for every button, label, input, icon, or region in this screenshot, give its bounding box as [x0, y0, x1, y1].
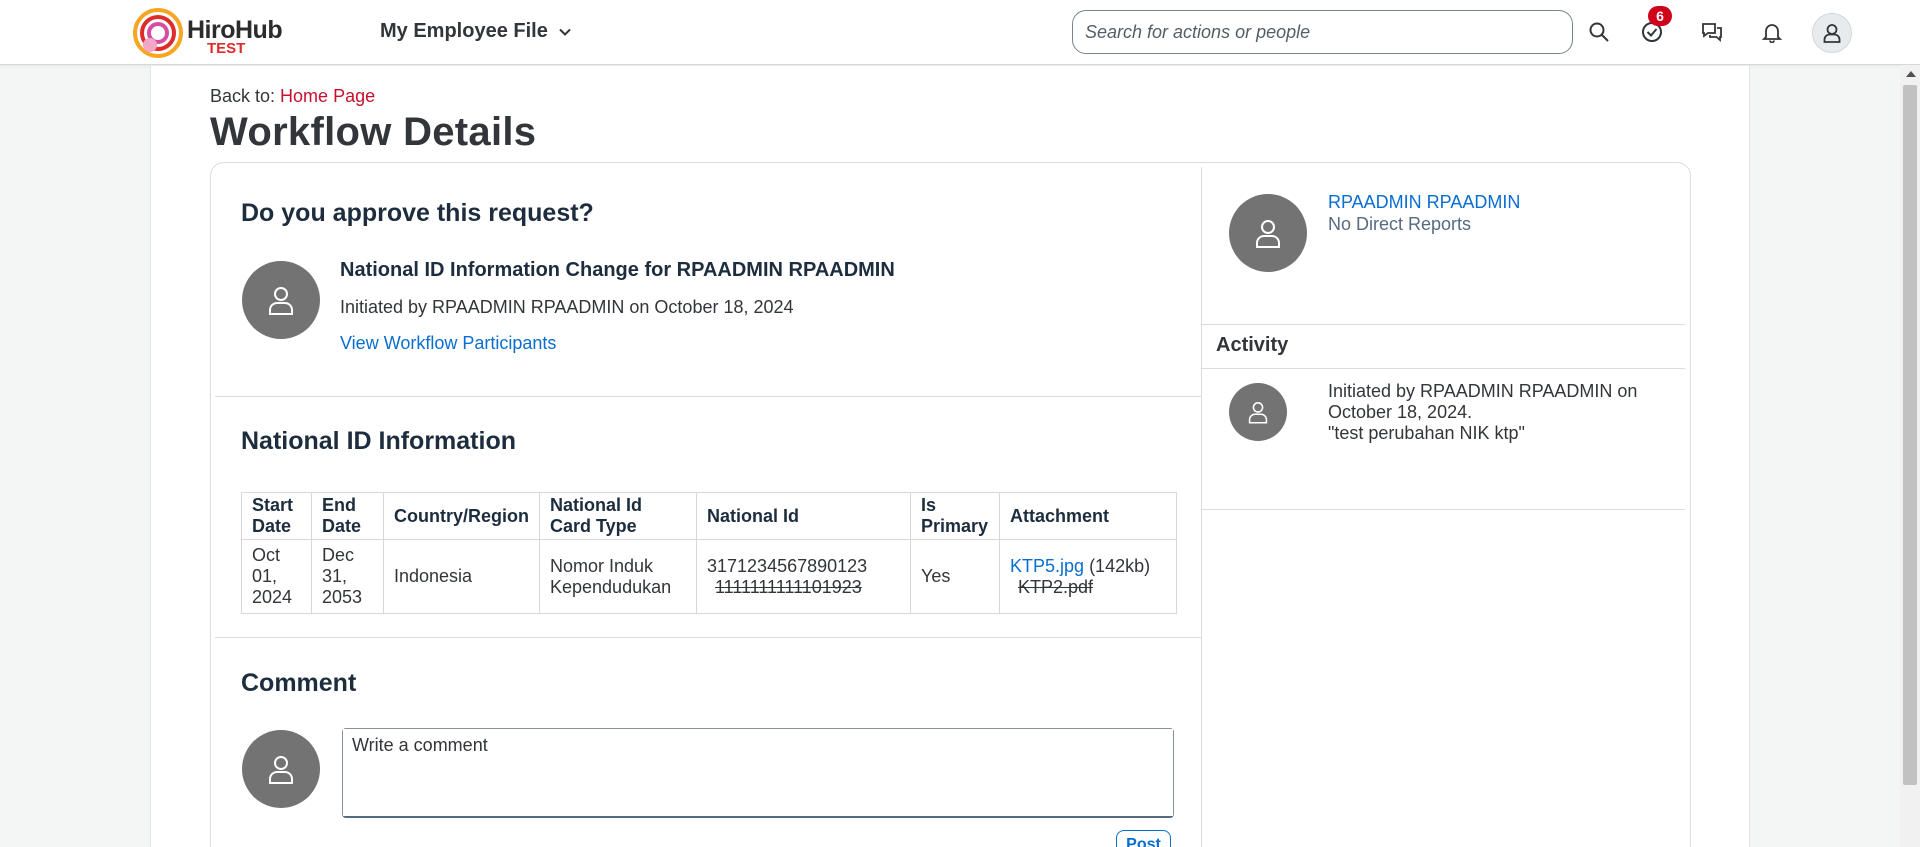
direct-reports-text: No Direct Reports — [1328, 214, 1472, 234]
hirohub-logo[interactable]: HiroHub TEST — [132, 6, 283, 60]
national-id-old: 1111111111101923 — [715, 576, 862, 597]
logo-env: TEST — [207, 40, 246, 57]
search-icon — [1589, 22, 1609, 42]
cell-card-type: Nomor Induk Kependudukan — [539, 539, 697, 614]
section-divider — [215, 637, 1201, 638]
request-initiated: Initiated by RPAADMIN RPAADMIN on Octobe… — [340, 297, 794, 317]
search-button[interactable] — [1583, 16, 1615, 48]
col-attachment: Attachment — [999, 492, 1177, 540]
col-national-id: National Id — [696, 492, 911, 540]
side-divider — [1202, 324, 1685, 325]
todo-count-badge: 6 — [1648, 6, 1672, 26]
activity-entry: Initiated by RPAADMIN RPAADMIN on Octobe… — [1328, 381, 1648, 444]
col-end-date: End Date — [311, 492, 384, 540]
cell-attachment: KTP5.jpg (142kb) KTP2.pdf — [999, 539, 1177, 614]
bell-icon — [1761, 24, 1783, 43]
activity-avatar — [1229, 383, 1287, 441]
breadcrumb: Back to: Home Page — [210, 86, 375, 107]
comment-box — [342, 728, 1174, 818]
activity-title: Activity — [1216, 334, 1289, 356]
chat-icon — [1702, 23, 1722, 42]
attachment-size: (142kb) — [1089, 555, 1151, 576]
national-id-table: Start Date End Date Country/Region Natio… — [241, 492, 1177, 614]
cell-national-id: 3171234567890123 1111111111101923 — [696, 539, 911, 614]
scrollbar-thumb[interactable] — [1903, 85, 1917, 785]
person-icon — [1248, 402, 1268, 424]
search-input[interactable] — [1073, 11, 1572, 53]
col-is-primary: Is Primary — [910, 492, 1000, 540]
notifications-button[interactable] — [1756, 16, 1788, 48]
feedback-button[interactable] — [1696, 16, 1728, 48]
user-profile-button[interactable] — [1812, 13, 1852, 53]
col-card-type: National Id Card Type — [539, 492, 697, 540]
comment-input[interactable] — [343, 729, 1173, 816]
chevron-down-icon — [559, 28, 571, 36]
requester-avatar — [242, 261, 320, 339]
view-workflow-participants-link[interactable]: View Workflow Participants — [340, 333, 556, 354]
cell-country: Indonesia — [383, 539, 540, 614]
cell-end-date: Dec 31, 2053 — [311, 539, 384, 614]
employee-file-menu[interactable]: My Employee File — [380, 20, 572, 43]
table-header-row: Start Date End Date Country/Region Natio… — [241, 492, 1177, 540]
cell-start-date: Oct 01, 2024 — [241, 539, 312, 614]
comment-heading: Comment — [241, 669, 357, 697]
request-title: National ID Information Change for RPAAD… — [340, 259, 895, 281]
person-icon — [1256, 220, 1280, 248]
activity-comment: "test perubahan NIK ktp" — [1328, 423, 1525, 443]
home-page-link[interactable]: Home Page — [280, 86, 375, 106]
attachment-old: KTP2.pdf — [1018, 576, 1094, 597]
subject-name-link[interactable]: RPAADMIN RPAADMIN — [1328, 192, 1520, 213]
person-icon — [269, 287, 293, 315]
national-id-new: 3171234567890123 — [707, 555, 868, 576]
section-divider — [215, 396, 1201, 397]
shell-header: HiroHub TEST My Employee File 6 — [0, 0, 1920, 65]
commenter-avatar — [242, 730, 320, 808]
column-divider — [1201, 167, 1202, 847]
search-box — [1072, 10, 1573, 54]
back-prefix: Back to: — [210, 86, 276, 106]
col-country: Country/Region — [383, 492, 540, 540]
side-divider — [1202, 368, 1685, 369]
logo-swirl-icon — [133, 8, 183, 58]
table-row: Oct 01, 2024 Dec 31, 2053 Indonesia Nomo… — [241, 539, 1177, 614]
attachment-new-link[interactable]: KTP5.jpg — [1010, 556, 1084, 576]
activity-line: Initiated by RPAADMIN RPAADMIN on Octobe… — [1328, 381, 1638, 422]
post-button[interactable]: Post — [1116, 830, 1171, 847]
page-scrollbar[interactable] — [1900, 65, 1920, 847]
person-icon — [1823, 24, 1841, 43]
person-icon — [269, 756, 293, 784]
side-divider — [1202, 509, 1685, 510]
subject-avatar — [1229, 194, 1307, 272]
col-start-date: Start Date — [241, 492, 312, 540]
cell-is-primary: Yes — [910, 539, 1000, 614]
page-title: Workflow Details — [210, 110, 537, 154]
employee-file-label: My Employee File — [380, 20, 548, 42]
scroll-up-arrow-icon[interactable] — [1906, 71, 1916, 77]
national-id-heading: National ID Information — [241, 427, 516, 455]
approve-question: Do you approve this request? — [241, 199, 594, 227]
